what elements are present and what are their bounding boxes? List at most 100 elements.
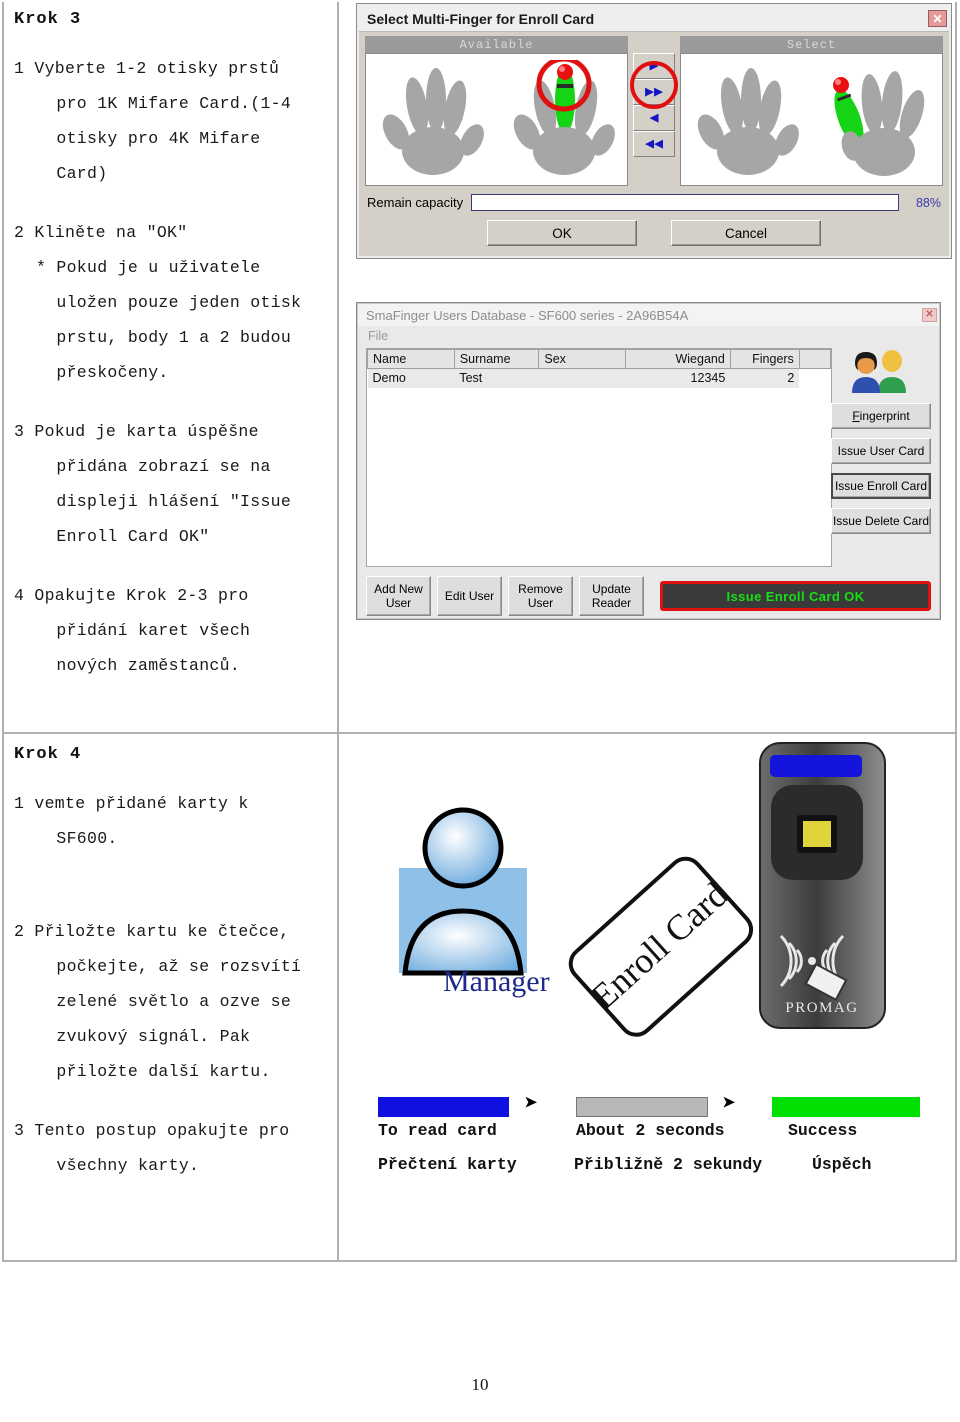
issue-delete-card-button[interactable]: Issue Delete Card bbox=[831, 508, 931, 534]
column-header-sex[interactable]: Sex bbox=[538, 349, 627, 369]
legend-en-0: To read card bbox=[378, 1121, 497, 1140]
cell-name: Demo bbox=[367, 368, 455, 388]
right-hand-selected-icon[interactable] bbox=[822, 60, 932, 180]
available-hands-area[interactable] bbox=[365, 53, 628, 186]
menu-item-file[interactable]: File bbox=[368, 329, 388, 343]
table-column-separator-top bbox=[337, 2, 339, 732]
page-number: 10 bbox=[471, 1375, 489, 1394]
remain-capacity-percent: 88% bbox=[915, 195, 941, 210]
step4-item-3: 3 Tento postup opakujte pro všechny kart… bbox=[14, 1121, 290, 1175]
table-column-separator-bottom bbox=[337, 734, 339, 1260]
cell-surname: Test bbox=[454, 368, 539, 388]
table-header-row: Name Surname Sex Wiegand Fingers bbox=[367, 349, 832, 369]
fingerprint-button-rest: ingerprint bbox=[859, 409, 910, 423]
close-icon[interactable]: ✕ bbox=[928, 10, 947, 27]
db-side-panel: Fingerprint Issue User Card Issue Enroll… bbox=[831, 348, 931, 534]
menu-bar: File bbox=[358, 326, 939, 346]
move-all-right-button[interactable]: ▶▶ bbox=[633, 79, 675, 105]
cell-extra bbox=[799, 368, 831, 388]
issue-enroll-card-prefix: Issue E bbox=[834, 479, 875, 493]
users-group-icon bbox=[831, 348, 931, 394]
issue-user-card-prefix: Issue U bbox=[837, 444, 879, 458]
cell-sex bbox=[538, 368, 626, 388]
issue-delete-card-rest: elete Card bbox=[873, 514, 930, 528]
select-pane: Select bbox=[680, 36, 943, 186]
column-header-wiegand[interactable]: Wiegand bbox=[625, 349, 731, 369]
manager-avatar-icon bbox=[399, 807, 527, 976]
users-table-container[interactable]: Name Surname Sex Wiegand Fingers Demo Te… bbox=[366, 348, 832, 567]
fingerprint-button[interactable]: Fingerprint bbox=[831, 403, 931, 429]
update-reader-line1: Update bbox=[592, 582, 631, 596]
legend-row-czech: Přečtení karty Přibližně 2 sekundy Úspěc… bbox=[378, 1155, 938, 1189]
users-table: Name Surname Sex Wiegand Fingers Demo Te… bbox=[367, 349, 832, 388]
left-hand-selected-icon[interactable] bbox=[691, 60, 801, 180]
issue-user-card-button[interactable]: Issue User Card bbox=[831, 438, 931, 464]
finger-selection-panes: Available ▶ ▶▶ ◀ ◀◀ Select bbox=[365, 36, 943, 186]
move-all-left-button[interactable]: ◀◀ bbox=[633, 131, 675, 157]
remove-user-line2: User bbox=[527, 596, 554, 610]
fingerprint-button-prefix: F bbox=[852, 409, 860, 423]
legend-bar-gray bbox=[576, 1097, 708, 1117]
status-badge: Issue Enroll Card OK bbox=[660, 581, 931, 611]
move-right-button[interactable]: ▶ bbox=[633, 53, 675, 79]
update-reader-line2: Reader bbox=[591, 596, 632, 610]
step3-item-1: 1 Vyberte 1-2 otisky prstů pro 1K Mifare… bbox=[14, 59, 292, 183]
issue-user-card-rest: ser Card bbox=[878, 444, 925, 458]
available-pane-header: Available bbox=[365, 36, 628, 53]
select-pane-header: Select bbox=[680, 36, 943, 53]
column-header-name[interactable]: Name bbox=[367, 349, 455, 369]
legend-bar-green bbox=[772, 1097, 920, 1117]
enroll-card-illustration: Enroll Card PROMAG bbox=[399, 742, 886, 1037]
update-reader-button[interactable]: Update Reader bbox=[579, 576, 644, 616]
step3-item-2: 2 Kliněte na "OK" * Pokud je u uživatele… bbox=[14, 223, 302, 382]
step4-item-2: 2 Přiložte kartu ke čtečce, počkejte, až… bbox=[14, 922, 302, 1081]
select-multi-finger-dialog[interactable]: Select Multi-Finger for Enroll Card ✕ Av… bbox=[357, 4, 951, 258]
arrow-right-icon: ➤ bbox=[524, 1092, 539, 1119]
table-row-separator bbox=[4, 732, 955, 734]
cancel-button[interactable]: Cancel bbox=[671, 220, 821, 246]
column-header-surname[interactable]: Surname bbox=[453, 349, 540, 369]
column-header-extra[interactable] bbox=[798, 349, 832, 369]
status-legend: ➤ ➤ To read card About 2 seconds Success… bbox=[378, 1092, 938, 1189]
right-hand-available-icon[interactable] bbox=[507, 59, 617, 180]
cell-fingers: 2 bbox=[730, 368, 800, 388]
legend-en-2: Success bbox=[788, 1121, 858, 1140]
step4-item-1: 1 vemte přidané karty k SF600. bbox=[14, 794, 249, 848]
remove-user-button[interactable]: Remove User bbox=[508, 576, 573, 616]
column-header-fingers[interactable]: Fingers bbox=[729, 349, 800, 369]
db-title-text: SmaFinger Users Database - SF600 series … bbox=[366, 307, 689, 323]
transfer-button-column: ▶ ▶▶ ◀ ◀◀ bbox=[628, 36, 680, 186]
step3-item-4: 4 Opakujte Krok 2-3 pro přidání karet vš… bbox=[14, 586, 251, 675]
remain-capacity-bar bbox=[471, 194, 899, 211]
remove-user-line1: Remove bbox=[518, 582, 563, 596]
add-new-user-line1: Add New bbox=[374, 582, 423, 596]
table-row[interactable]: Demo Test 12345 2 bbox=[367, 368, 831, 388]
legend-color-bars: ➤ ➤ bbox=[378, 1092, 938, 1121]
legend-cs-1: Přibližně 2 sekundy bbox=[574, 1155, 763, 1174]
dialog-title-bar: Select Multi-Finger for Enroll Card ✕ bbox=[359, 6, 949, 32]
step3-instructions: Krok 3 1 Vyberte 1-2 otisky prstů pro 1K… bbox=[0, 10, 335, 687]
smafinger-users-database-window[interactable]: SmaFinger Users Database - SF600 series … bbox=[357, 303, 940, 619]
remain-capacity-label: Remain capacity bbox=[367, 195, 464, 210]
edit-user-button[interactable]: Edit User bbox=[437, 576, 502, 616]
step4-instructions: Krok 4 1 vemte přidané karty k SF600. 2 … bbox=[0, 745, 335, 1187]
add-new-user-line2: User bbox=[385, 596, 412, 610]
left-hand-available-icon[interactable] bbox=[376, 60, 486, 180]
legend-bar-blue bbox=[378, 1097, 509, 1117]
dialog-title-text: Select Multi-Finger for Enroll Card bbox=[367, 10, 595, 27]
db-bottom-toolbar: Add New User Edit User Remove User Updat… bbox=[366, 576, 931, 616]
close-icon[interactable]: ✕ bbox=[922, 308, 937, 322]
add-new-user-button[interactable]: Add New User bbox=[366, 576, 431, 616]
step4-heading: Krok 4 bbox=[14, 745, 82, 764]
selected-hands-area[interactable] bbox=[680, 53, 943, 186]
arrow-right-icon-2: ➤ bbox=[722, 1092, 737, 1119]
move-left-button[interactable]: ◀ bbox=[633, 105, 675, 131]
issue-enroll-card-button[interactable]: Issue Enroll Card bbox=[831, 473, 931, 499]
issue-enroll-card-rest: nroll Card bbox=[875, 479, 928, 493]
ok-button[interactable]: OK bbox=[487, 220, 637, 246]
enroll-card-graphic: Enroll Card bbox=[568, 856, 754, 1037]
remain-capacity-row: Remain capacity 88% bbox=[367, 194, 941, 211]
issue-delete-card-prefix: Issue D bbox=[832, 514, 874, 528]
available-pane: Available bbox=[365, 36, 628, 186]
legend-en-1: About 2 seconds bbox=[576, 1121, 725, 1140]
